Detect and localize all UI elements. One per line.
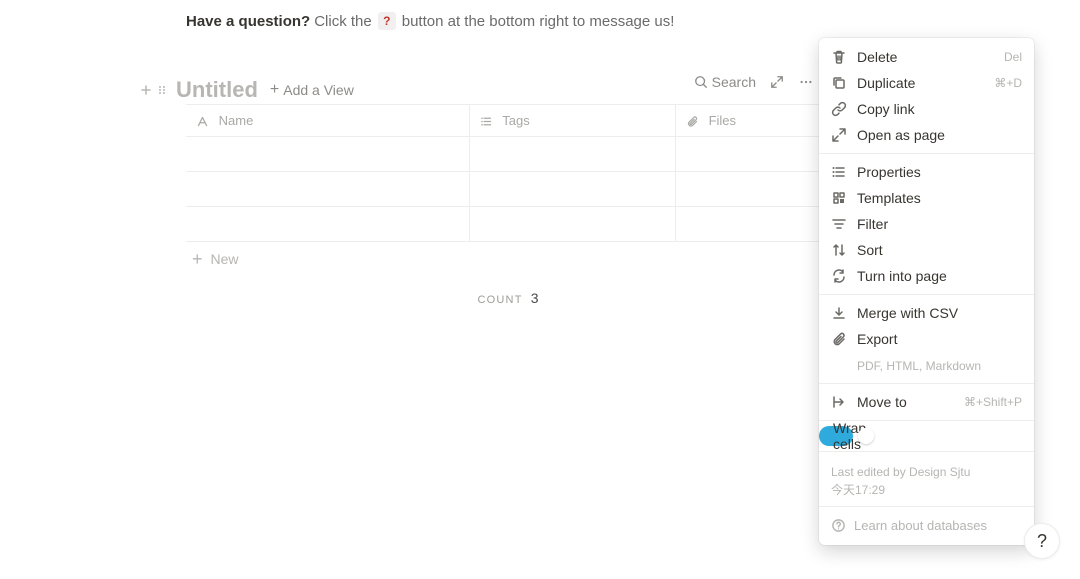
menu-label: Delete — [857, 49, 994, 65]
menu-label: Duplicate — [857, 75, 984, 91]
table-row[interactable] — [186, 137, 830, 172]
paperclip-icon — [831, 331, 847, 347]
menu-move-to[interactable]: Move to ⌘+Shift+P — [819, 389, 1034, 415]
menu-footer: Last edited by Design Sjtu 今天17:29 — [819, 457, 1034, 501]
menu-label: Turn into page — [857, 268, 1022, 284]
menu-label: Copy link — [857, 101, 1022, 117]
add-view-label: Add a View — [283, 82, 354, 98]
trash-icon — [831, 49, 847, 65]
more-button[interactable] — [798, 75, 814, 89]
tip-bold: Have a question? — [186, 13, 310, 30]
kbd: Del — [1004, 50, 1022, 64]
database-title[interactable]: Untitled — [176, 77, 258, 103]
menu-sort[interactable]: Sort — [819, 237, 1034, 263]
menu-label: Sort — [857, 242, 1022, 258]
duplicate-icon — [831, 75, 847, 91]
menu-properties[interactable]: Properties — [819, 159, 1034, 185]
column-label: Name — [219, 113, 254, 128]
menu-label: Filter — [857, 216, 1022, 232]
column-header-tags[interactable]: Tags — [469, 105, 675, 137]
properties-icon — [831, 164, 847, 180]
question-badge: ? — [378, 12, 396, 30]
sort-icon — [831, 242, 847, 258]
link-icon — [831, 101, 847, 117]
menu-delete[interactable]: Delete Del — [819, 44, 1034, 70]
expand-button[interactable] — [770, 75, 784, 89]
kbd: ⌘+D — [994, 76, 1022, 90]
paperclip-icon — [686, 115, 699, 128]
help-fab-label: ? — [1037, 531, 1047, 552]
tip-text-after: button at the bottom right to message us… — [402, 13, 675, 30]
expand-icon — [831, 127, 847, 143]
menu-label: Export — [857, 331, 1022, 347]
add-view-button[interactable]: + Add a View — [270, 82, 354, 98]
plus-icon: + — [270, 82, 279, 98]
column-label: Tags — [502, 113, 529, 128]
menu-templates[interactable]: Templates — [819, 185, 1034, 211]
separator — [819, 383, 1034, 384]
kbd: ⌘+Shift+P — [964, 395, 1022, 409]
count-row: COUNT 3 — [186, 276, 830, 306]
database-table: Name Tags Files + New COUNT 3 — [186, 104, 830, 306]
new-row-label: New — [211, 251, 239, 267]
expand-icon — [770, 75, 784, 89]
search-icon — [694, 75, 708, 89]
menu-label: Move to — [857, 394, 954, 410]
learn-label: Learn about databases — [854, 518, 987, 533]
menu-label: Properties — [857, 164, 1022, 180]
menu-label: Merge with CSV — [857, 305, 1022, 321]
add-block-icon[interactable] — [140, 84, 152, 96]
table-row[interactable] — [186, 172, 830, 207]
column-header-files[interactable]: Files — [675, 105, 830, 137]
tip-text-before: Click the — [314, 13, 372, 30]
separator — [819, 153, 1034, 154]
help-fab[interactable]: ? — [1024, 523, 1060, 559]
turn-into-icon — [831, 268, 847, 284]
menu-merge-csv[interactable]: Merge with CSV — [819, 300, 1034, 326]
menu-filter[interactable]: Filter — [819, 211, 1034, 237]
list-icon — [480, 115, 493, 128]
column-label: Files — [709, 113, 736, 128]
menu-wrap-cells[interactable]: Wrap cells — [819, 426, 853, 446]
count-value: 3 — [531, 290, 539, 306]
separator — [819, 506, 1034, 507]
drag-handle-icon[interactable] — [156, 84, 168, 96]
last-edited-time: 今天17:29 — [831, 481, 1022, 499]
menu-learn-databases[interactable]: Learn about databases — [819, 512, 1034, 539]
menu-label: Open as page — [857, 127, 1022, 143]
menu-copy-link[interactable]: Copy link — [819, 96, 1034, 122]
new-row-button[interactable]: + New — [186, 242, 830, 276]
table-row[interactable] — [186, 207, 830, 242]
menu-turn-into-page[interactable]: Turn into page — [819, 263, 1034, 289]
search-button[interactable]: Search — [694, 74, 756, 90]
more-icon — [798, 75, 814, 89]
text-icon — [196, 115, 209, 128]
search-label: Search — [712, 74, 756, 90]
menu-export[interactable]: Export PDF, HTML, Markdown — [819, 326, 1034, 378]
move-icon — [831, 394, 847, 410]
menu-open-as-page[interactable]: Open as page — [819, 122, 1034, 148]
plus-icon: + — [192, 250, 203, 268]
column-header-name[interactable]: Name — [186, 105, 469, 137]
filter-icon — [831, 216, 847, 232]
templates-icon — [831, 190, 847, 206]
download-icon — [831, 305, 847, 321]
tip-bar: Have a question? Click the ? button at t… — [186, 12, 674, 30]
separator — [819, 294, 1034, 295]
count-label: COUNT — [478, 294, 523, 306]
help-icon — [831, 518, 846, 533]
menu-duplicate[interactable]: Duplicate ⌘+D — [819, 70, 1034, 96]
last-edited-by: Last edited by Design Sjtu — [831, 463, 1022, 481]
context-menu: Delete Del Duplicate ⌘+D Copy link Open … — [819, 38, 1034, 545]
menu-sublabel: PDF, HTML, Markdown — [857, 359, 981, 373]
menu-label: Templates — [857, 190, 1022, 206]
header-actions: Search — [694, 74, 814, 90]
